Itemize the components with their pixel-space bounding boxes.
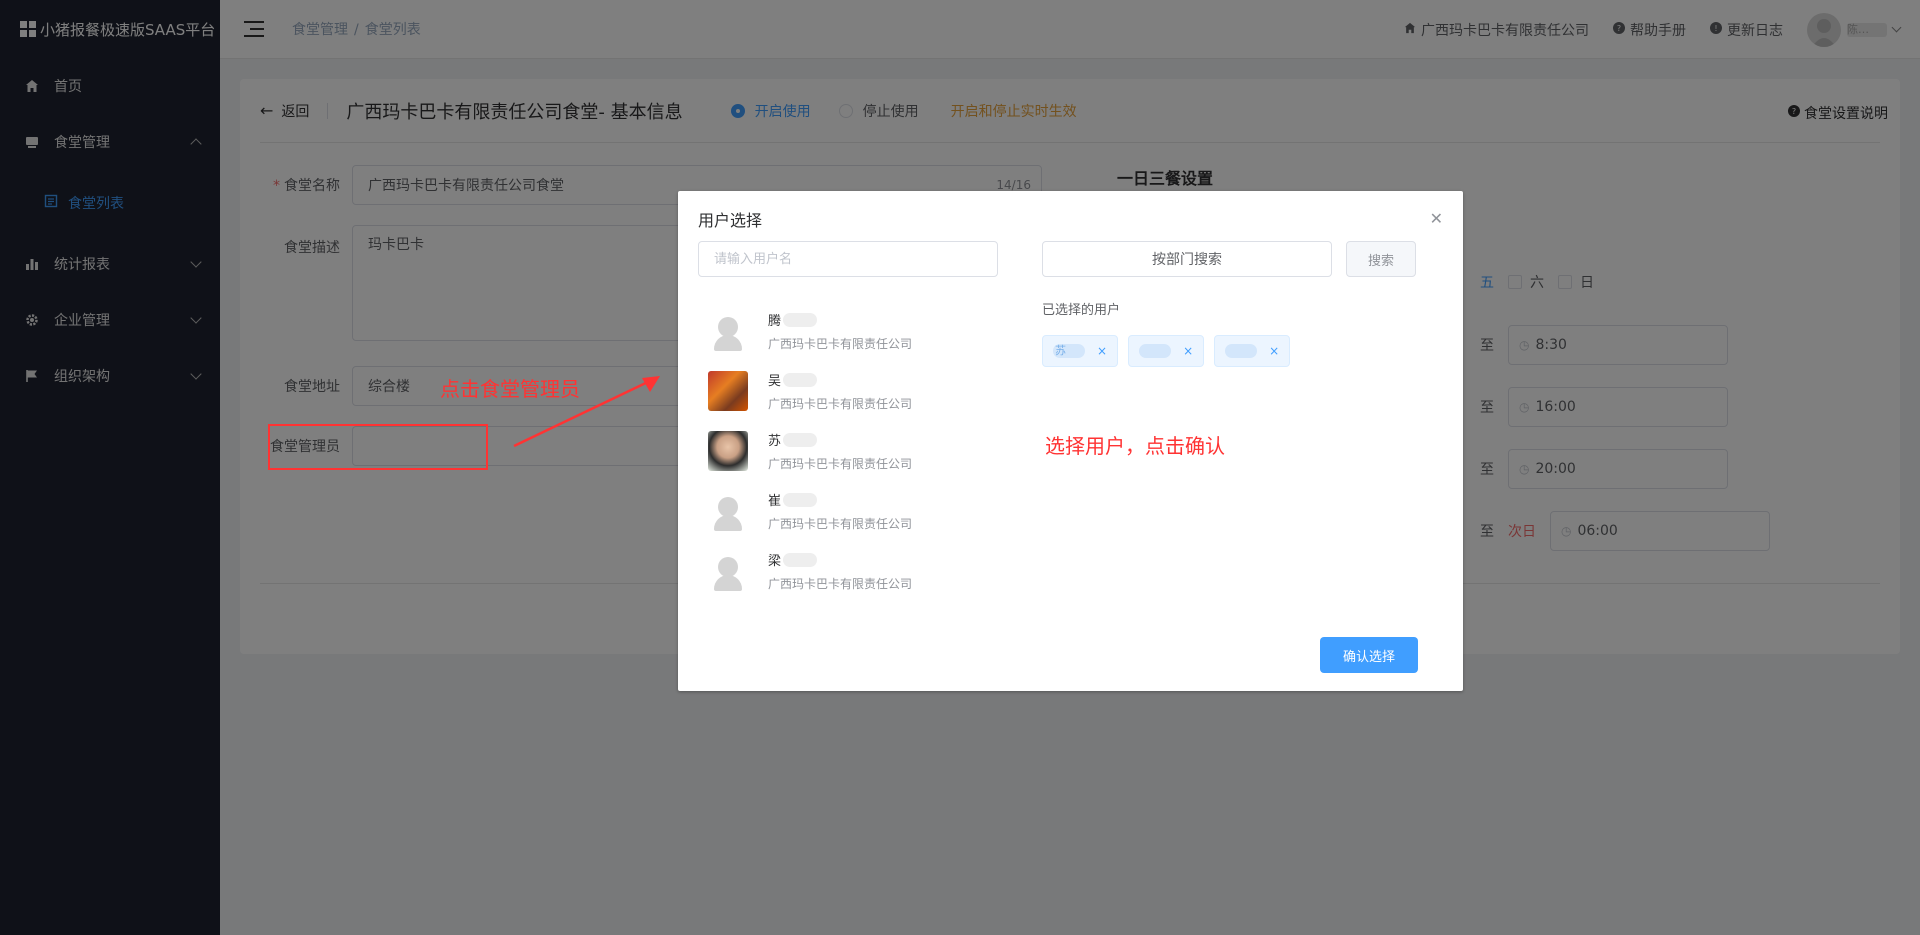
annotation-highlight-box	[268, 424, 488, 470]
selected-user-tag: 苏 ×	[1042, 335, 1119, 367]
user-name-text: 吴	[768, 374, 782, 389]
selected-user-tag: ×	[1128, 335, 1205, 367]
list-item[interactable]: 苏 广西玛卡巴卡有限责任公司	[708, 421, 1008, 481]
avatar	[708, 551, 748, 591]
user-company: 广西玛卡巴卡有限责任公司	[768, 516, 913, 531]
selected-users-label: 已选择的用户	[1042, 303, 1121, 318]
user-name: 崔	[768, 491, 912, 509]
user-name-text: 苏	[768, 434, 782, 449]
blurred-name	[783, 312, 818, 327]
avatar	[708, 371, 748, 411]
user-name: 苏	[768, 431, 912, 449]
user-info: 梁 广西玛卡巴卡有限责任公司	[768, 551, 912, 592]
tag-label: 苏	[1053, 344, 1085, 358]
user-info: 崔 广西玛卡巴卡有限责任公司	[768, 491, 912, 532]
selected-user-tag: ×	[1214, 335, 1291, 367]
close-icon[interactable]: ×	[1097, 344, 1107, 358]
annotation-arrow-icon	[513, 376, 660, 448]
user-company: 广西玛卡巴卡有限责任公司	[768, 336, 913, 351]
dept-search-button[interactable]: 按部门搜索	[1042, 241, 1332, 277]
avatar	[708, 311, 748, 351]
blurred-name	[783, 432, 818, 447]
list-item[interactable]: 梁 广西玛卡巴卡有限责任公司	[708, 541, 1008, 601]
avatar	[708, 431, 748, 471]
list-item[interactable]: 崔 广西玛卡巴卡有限责任公司	[708, 481, 1008, 541]
dialog-title: 用户选择	[698, 211, 763, 230]
username-search-input[interactable]	[698, 241, 998, 277]
blurred-name	[783, 552, 818, 567]
blurred-name	[783, 372, 818, 387]
list-item[interactable]: 腾 广西玛卡巴卡有限责任公司	[708, 301, 1008, 361]
user-company: 广西玛卡巴卡有限责任公司	[768, 456, 913, 471]
user-list: 腾 广西玛卡巴卡有限责任公司 吴 广西玛卡巴卡有限责任公司 苏 广西玛卡巴卡有限…	[708, 301, 1008, 601]
user-name-text: 梁	[768, 554, 782, 569]
avatar	[708, 491, 748, 531]
annotation-select-confirm: 选择用户，点击确认	[1045, 434, 1225, 458]
user-name: 吴	[768, 371, 912, 389]
user-company: 广西玛卡巴卡有限责任公司	[768, 576, 913, 591]
user-name-text: 腾	[768, 314, 782, 329]
blurred-name	[783, 492, 818, 507]
close-icon[interactable]: ✕	[1430, 209, 1443, 228]
tag-label	[1139, 344, 1172, 358]
confirm-select-button[interactable]: 确认选择	[1320, 637, 1418, 673]
user-company: 广西玛卡巴卡有限责任公司	[768, 396, 913, 411]
tag-label	[1225, 344, 1258, 358]
user-info: 腾 广西玛卡巴卡有限责任公司	[768, 311, 912, 352]
close-icon[interactable]: ×	[1183, 344, 1193, 358]
user-name: 梁	[768, 551, 912, 569]
list-item[interactable]: 吴 广西玛卡巴卡有限责任公司	[708, 361, 1008, 421]
user-name: 腾	[768, 311, 912, 329]
user-info: 吴 广西玛卡巴卡有限责任公司	[768, 371, 912, 412]
user-info: 苏 广西玛卡巴卡有限责任公司	[768, 431, 912, 472]
selected-user-tags: 苏 × × ×	[1042, 335, 1300, 367]
user-name-text: 崔	[768, 494, 782, 509]
search-button[interactable]: 搜索	[1346, 241, 1416, 277]
close-icon[interactable]: ×	[1269, 344, 1279, 358]
